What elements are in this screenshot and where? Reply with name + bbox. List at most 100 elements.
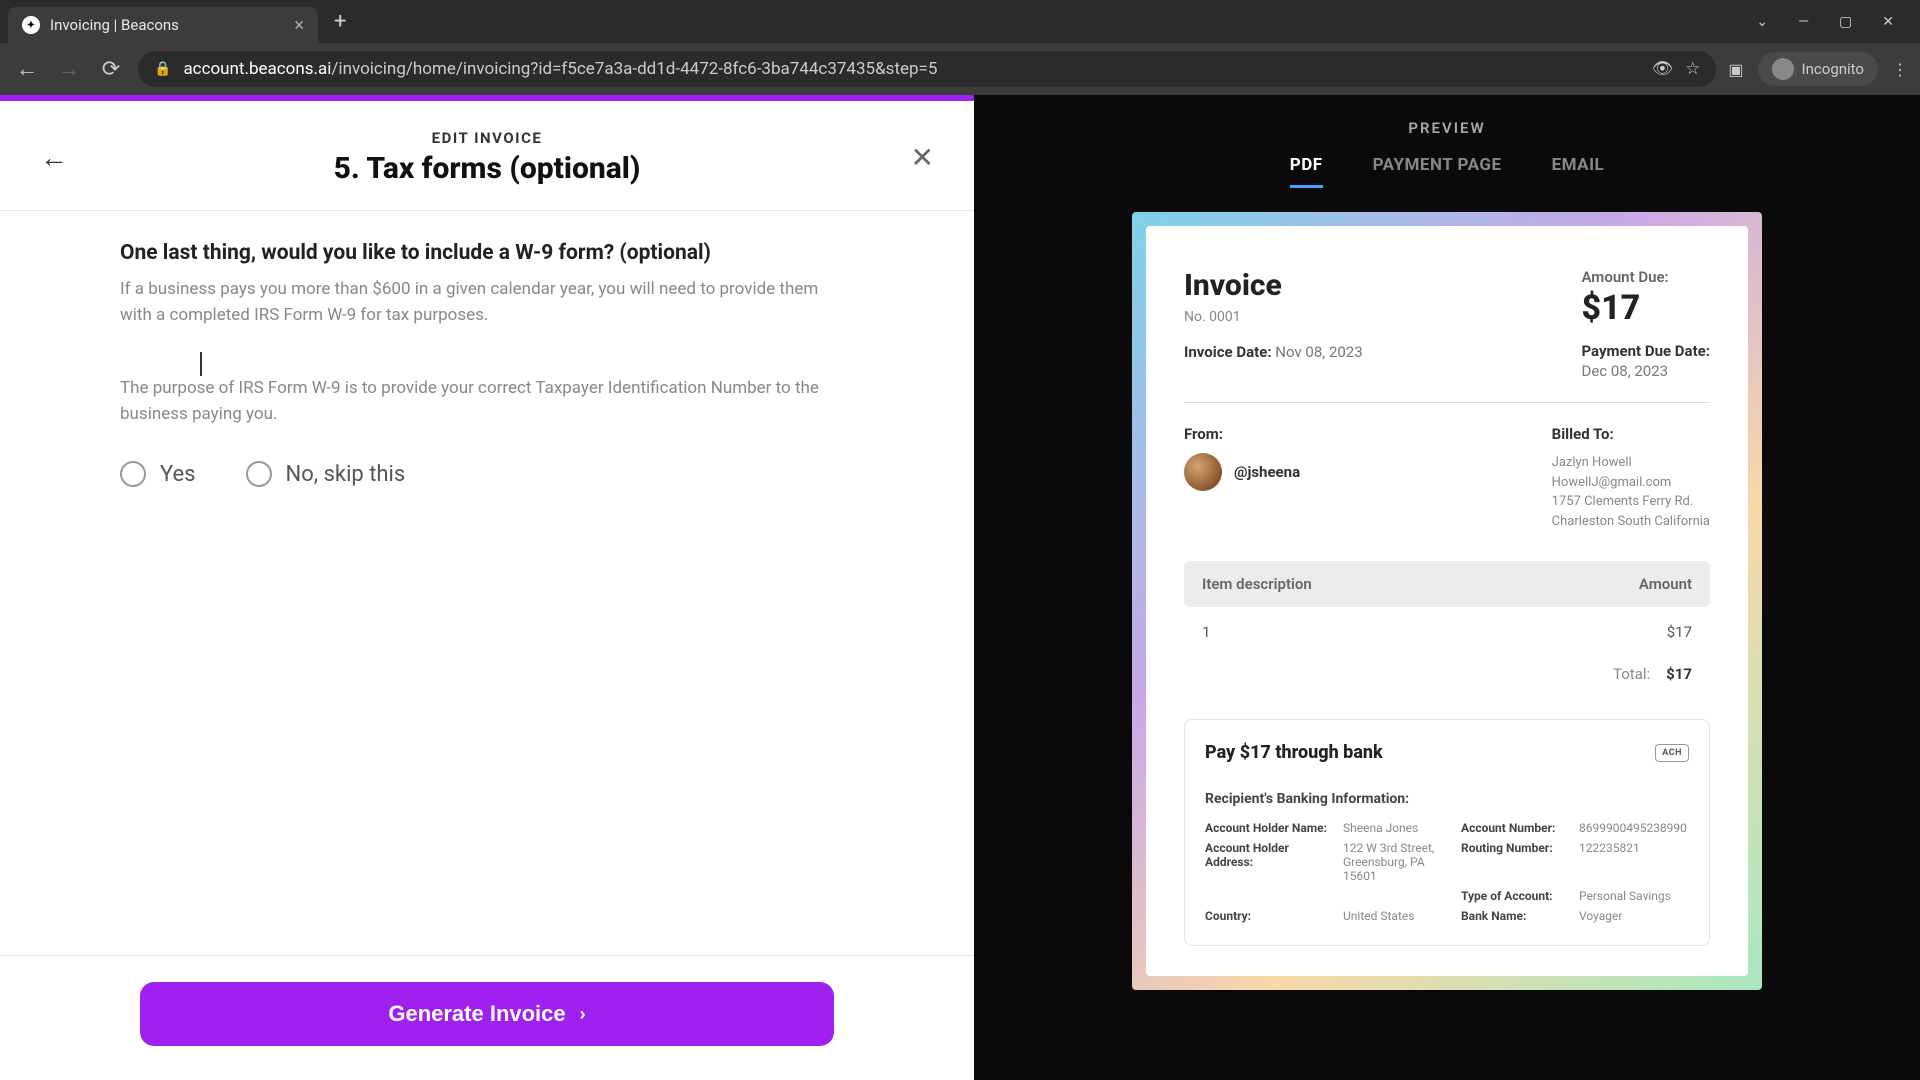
tab-title: Invoicing | Beacons [50, 16, 284, 34]
from-handle: @jsheena [1234, 463, 1300, 481]
from-block: From: @jsheena [1184, 425, 1300, 531]
question-heading: One last thing, would you like to includ… [120, 241, 854, 265]
address-bar: ← → ⟳ 🔒 account.beacons.ai/invoicing/hom… [0, 43, 1920, 95]
ach-badge: ACH [1655, 744, 1689, 762]
invoice-left-head: Invoice No. 0001 Invoice Date: Nov 08, 2… [1184, 268, 1363, 380]
radio-icon [246, 461, 272, 487]
close-icon[interactable]: ✕ [911, 141, 934, 174]
tab-dropdown-icon[interactable]: ⌄ [1748, 10, 1776, 34]
country-val: United States [1343, 909, 1453, 923]
preview-tabs: PDF PAYMENT PAGE EMAIL [1290, 155, 1605, 188]
col-description: Item description [1202, 575, 1312, 593]
invoice-title: Invoice [1184, 268, 1363, 303]
row-amount: $17 [1667, 623, 1692, 641]
new-tab-button[interactable]: + [326, 9, 354, 34]
from-row: @jsheena [1184, 453, 1300, 491]
invoice-top: Invoice No. 0001 Invoice Date: Nov 08, 2… [1184, 268, 1710, 380]
favicon-icon: ✦ [22, 16, 40, 34]
items-table: Item description Amount 1 $17 Total: $17 [1184, 561, 1710, 691]
bank-subtitle: Recipient's Banking Information: [1205, 791, 1689, 807]
total-value: $17 [1666, 665, 1692, 683]
browser-chrome: ✦ Invoicing | Beacons × + ⌄ ― ▢ ✕ ← → ⟳ … [0, 0, 1920, 95]
menu-icon[interactable]: ⋮ [1892, 60, 1908, 79]
bank-name-val: Voyager [1579, 909, 1709, 923]
minimize-icon[interactable]: ― [1790, 10, 1817, 34]
toolbar-right: ▣ Incognito ⋮ [1728, 52, 1908, 86]
form-body: One last thing, would you like to includ… [0, 211, 974, 955]
parties: From: @jsheena Billed To: Jazlyn Howell … [1184, 425, 1710, 531]
invoice-document: Invoice No. 0001 Invoice Date: Nov 08, 2… [1146, 226, 1748, 976]
preview-label: PREVIEW [1408, 119, 1485, 137]
type-acct-val: Personal Savings [1579, 889, 1709, 903]
incognito-icon [1772, 58, 1794, 80]
bookmark-icon[interactable]: ☆ [1685, 59, 1700, 79]
blank1 [1205, 889, 1335, 903]
tab-bar: ✦ Invoicing | Beacons × + ⌄ ― ▢ ✕ [0, 0, 1920, 43]
tab-pdf[interactable]: PDF [1290, 155, 1323, 188]
generate-invoice-button[interactable]: Generate Invoice › [140, 982, 834, 1046]
amount-due-value: $17 [1581, 288, 1710, 328]
back-arrow-icon[interactable]: ← [40, 141, 68, 174]
billed-block: Billed To: Jazlyn Howell HowellJ@gmail.c… [1552, 425, 1710, 531]
panel-header: ← EDIT INVOICE 5. Tax forms (optional) ✕ [0, 101, 974, 210]
extensions-icon[interactable]: ▣ [1728, 60, 1743, 79]
back-icon[interactable]: ← [12, 56, 42, 82]
eyebrow: EDIT INVOICE [30, 129, 944, 147]
invoice-right-head: Amount Due: $17 Payment Due Date: Dec 08… [1581, 268, 1710, 380]
maximize-icon[interactable]: ▢ [1831, 10, 1860, 34]
tab-close-icon[interactable]: × [294, 15, 304, 36]
radio-no-label: No, skip this [286, 462, 406, 487]
acct-holder-name-val: Sheena Jones [1343, 821, 1453, 835]
billed-label: Billed To: [1552, 425, 1710, 443]
acct-number-val: 8699900495238990 [1579, 821, 1709, 835]
billed-name: Jazlyn Howell [1552, 453, 1710, 473]
invoice-date: Invoice Date: Nov 08, 2023 [1184, 343, 1363, 361]
billed-addr2: Charleston South California [1552, 512, 1710, 532]
items-header: Item description Amount [1184, 561, 1710, 607]
amount-due-label: Amount Due: [1581, 268, 1710, 286]
bank-grid: Account Holder Name: Sheena Jones Accoun… [1205, 821, 1689, 923]
footer: Generate Invoice › [0, 955, 974, 1080]
radio-icon [120, 461, 146, 487]
radio-yes[interactable]: Yes [120, 461, 196, 487]
acct-number-lbl: Account Number: [1461, 821, 1571, 835]
tab-payment-page[interactable]: PAYMENT PAGE [1373, 155, 1502, 188]
url-bar[interactable]: 🔒 account.beacons.ai/invoicing/home/invo… [138, 51, 1716, 87]
close-window-icon[interactable]: ✕ [1874, 10, 1902, 34]
header-titles: EDIT INVOICE 5. Tax forms (optional) [30, 129, 944, 186]
edit-panel: ← EDIT INVOICE 5. Tax forms (optional) ✕… [0, 95, 974, 1080]
divider [1184, 402, 1710, 403]
eye-off-icon[interactable]: 👁 [1652, 59, 1674, 79]
blank2 [1343, 889, 1453, 903]
radio-yes-label: Yes [160, 462, 196, 487]
acct-holder-name-lbl: Account Holder Name: [1205, 821, 1335, 835]
col-amount: Amount [1639, 575, 1692, 593]
table-row: 1 $17 [1184, 607, 1710, 657]
incognito-label: Incognito [1802, 60, 1864, 78]
invoice-number: No. 0001 [1184, 309, 1363, 325]
radio-group: Yes No, skip this [120, 461, 854, 487]
routing-val: 122235821 [1579, 841, 1709, 883]
avatar [1184, 453, 1222, 491]
bank-header: Pay $17 through bank ACH [1205, 742, 1689, 763]
radio-no[interactable]: No, skip this [246, 461, 406, 487]
preview-panel: PREVIEW PDF PAYMENT PAGE EMAIL Invoice N… [974, 95, 1920, 1080]
url-text: account.beacons.ai/invoicing/home/invoic… [183, 59, 1639, 79]
bank-section: Pay $17 through bank ACH Recipient's Ban… [1184, 719, 1710, 946]
billed-addr1: 1757 Clements Ferry Rd. [1552, 492, 1710, 512]
helper-text-2: The purpose of IRS Form W-9 is to provid… [120, 376, 854, 427]
text-cursor-icon [200, 352, 202, 376]
payment-due-value: Dec 08, 2023 [1581, 362, 1710, 380]
type-acct-lbl: Type of Account: [1461, 889, 1571, 903]
helper-text-1: If a business pays you more than $600 in… [120, 277, 854, 328]
browser-tab[interactable]: ✦ Invoicing | Beacons × [8, 7, 318, 43]
incognito-badge[interactable]: Incognito [1758, 52, 1878, 86]
country-lbl: Country: [1205, 909, 1335, 923]
invoice-frame: Invoice No. 0001 Invoice Date: Nov 08, 2… [1132, 212, 1762, 990]
tab-email[interactable]: EMAIL [1552, 155, 1605, 188]
row-description: 1 [1202, 623, 1210, 641]
reload-icon[interactable]: ⟳ [96, 57, 126, 82]
app-content: ← EDIT INVOICE 5. Tax forms (optional) ✕… [0, 95, 1920, 1080]
cta-label: Generate Invoice [388, 1001, 565, 1027]
items-total: Total: $17 [1184, 657, 1710, 691]
